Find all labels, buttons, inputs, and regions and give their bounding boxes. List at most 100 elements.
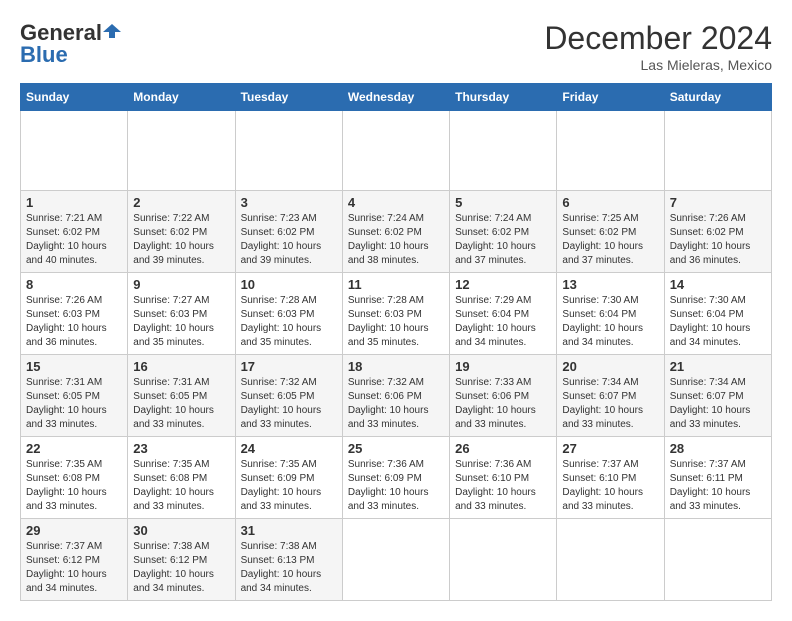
- day-info: Sunrise: 7:34 AM Sunset: 6:07 PM Dayligh…: [670, 376, 766, 432]
- calendar-cell: 17 Sunrise: 7:32 AM Sunset: 6:05 PM Dayl…: [235, 355, 342, 437]
- day-number: 2: [133, 195, 229, 210]
- day-info: Sunrise: 7:30 AM Sunset: 6:04 PM Dayligh…: [670, 294, 766, 350]
- calendar-cell: 19 Sunrise: 7:33 AM Sunset: 6:06 PM Dayl…: [450, 355, 557, 437]
- day-number: 5: [455, 195, 551, 210]
- day-number: 25: [348, 441, 444, 456]
- day-info: Sunrise: 7:27 AM Sunset: 6:03 PM Dayligh…: [133, 294, 229, 350]
- day-number: 27: [562, 441, 658, 456]
- calendar-cell: 25 Sunrise: 7:36 AM Sunset: 6:09 PM Dayl…: [342, 437, 449, 519]
- calendar-cell: 20 Sunrise: 7:34 AM Sunset: 6:07 PM Dayl…: [557, 355, 664, 437]
- day-number: 4: [348, 195, 444, 210]
- day-number: 18: [348, 359, 444, 374]
- day-number: 11: [348, 277, 444, 292]
- day-number: 16: [133, 359, 229, 374]
- day-info: Sunrise: 7:35 AM Sunset: 6:08 PM Dayligh…: [133, 458, 229, 514]
- day-number: 9: [133, 277, 229, 292]
- day-info: Sunrise: 7:36 AM Sunset: 6:09 PM Dayligh…: [348, 458, 444, 514]
- weekday-header: Thursday: [450, 84, 557, 111]
- weekday-header: Tuesday: [235, 84, 342, 111]
- calendar-cell: 2 Sunrise: 7:22 AM Sunset: 6:02 PM Dayli…: [128, 191, 235, 273]
- calendar-cell: 16 Sunrise: 7:31 AM Sunset: 6:05 PM Dayl…: [128, 355, 235, 437]
- day-number: 14: [670, 277, 766, 292]
- day-number: 22: [26, 441, 122, 456]
- title-block: December 2024 Las Mieleras, Mexico: [544, 20, 772, 73]
- month-title: December 2024: [544, 20, 772, 57]
- calendar-cell: 18 Sunrise: 7:32 AM Sunset: 6:06 PM Dayl…: [342, 355, 449, 437]
- day-number: 19: [455, 359, 551, 374]
- calendar-cell: 10 Sunrise: 7:28 AM Sunset: 6:03 PM Dayl…: [235, 273, 342, 355]
- weekday-header: Friday: [557, 84, 664, 111]
- day-number: 13: [562, 277, 658, 292]
- day-number: 24: [241, 441, 337, 456]
- day-info: Sunrise: 7:37 AM Sunset: 6:11 PM Dayligh…: [670, 458, 766, 514]
- day-info: Sunrise: 7:35 AM Sunset: 6:09 PM Dayligh…: [241, 458, 337, 514]
- calendar-cell: [450, 519, 557, 601]
- day-info: Sunrise: 7:26 AM Sunset: 6:02 PM Dayligh…: [670, 212, 766, 268]
- logo-bird-icon: [103, 22, 121, 40]
- day-info: Sunrise: 7:34 AM Sunset: 6:07 PM Dayligh…: [562, 376, 658, 432]
- day-info: Sunrise: 7:37 AM Sunset: 6:12 PM Dayligh…: [26, 540, 122, 596]
- day-info: Sunrise: 7:24 AM Sunset: 6:02 PM Dayligh…: [348, 212, 444, 268]
- calendar-cell: 30 Sunrise: 7:38 AM Sunset: 6:12 PM Dayl…: [128, 519, 235, 601]
- location: Las Mieleras, Mexico: [544, 57, 772, 73]
- day-info: Sunrise: 7:21 AM Sunset: 6:02 PM Dayligh…: [26, 212, 122, 268]
- day-number: 3: [241, 195, 337, 210]
- day-info: Sunrise: 7:36 AM Sunset: 6:10 PM Dayligh…: [455, 458, 551, 514]
- day-number: 21: [670, 359, 766, 374]
- day-info: Sunrise: 7:35 AM Sunset: 6:08 PM Dayligh…: [26, 458, 122, 514]
- calendar-cell: 24 Sunrise: 7:35 AM Sunset: 6:09 PM Dayl…: [235, 437, 342, 519]
- calendar-cell: [128, 111, 235, 191]
- calendar-cell: 7 Sunrise: 7:26 AM Sunset: 6:02 PM Dayli…: [664, 191, 771, 273]
- calendar-cell: 4 Sunrise: 7:24 AM Sunset: 6:02 PM Dayli…: [342, 191, 449, 273]
- day-number: 28: [670, 441, 766, 456]
- day-number: 7: [670, 195, 766, 210]
- day-number: 30: [133, 523, 229, 538]
- day-number: 17: [241, 359, 337, 374]
- weekday-header: Monday: [128, 84, 235, 111]
- day-number: 6: [562, 195, 658, 210]
- calendar-table: SundayMondayTuesdayWednesdayThursdayFrid…: [20, 83, 772, 601]
- calendar-cell: 22 Sunrise: 7:35 AM Sunset: 6:08 PM Dayl…: [21, 437, 128, 519]
- day-info: Sunrise: 7:29 AM Sunset: 6:04 PM Dayligh…: [455, 294, 551, 350]
- day-info: Sunrise: 7:31 AM Sunset: 6:05 PM Dayligh…: [26, 376, 122, 432]
- calendar-cell: 31 Sunrise: 7:38 AM Sunset: 6:13 PM Dayl…: [235, 519, 342, 601]
- logo-blue: Blue: [20, 42, 68, 68]
- calendar-cell: [664, 519, 771, 601]
- day-info: Sunrise: 7:32 AM Sunset: 6:06 PM Dayligh…: [348, 376, 444, 432]
- day-info: Sunrise: 7:25 AM Sunset: 6:02 PM Dayligh…: [562, 212, 658, 268]
- day-info: Sunrise: 7:38 AM Sunset: 6:12 PM Dayligh…: [133, 540, 229, 596]
- calendar-cell: [342, 519, 449, 601]
- day-number: 29: [26, 523, 122, 538]
- day-info: Sunrise: 7:28 AM Sunset: 6:03 PM Dayligh…: [348, 294, 444, 350]
- page-header: General Blue December 2024 Las Mieleras,…: [20, 20, 772, 73]
- weekday-header: Sunday: [21, 84, 128, 111]
- day-number: 31: [241, 523, 337, 538]
- calendar-cell: [557, 519, 664, 601]
- calendar-cell: 29 Sunrise: 7:37 AM Sunset: 6:12 PM Dayl…: [21, 519, 128, 601]
- calendar-cell: 23 Sunrise: 7:35 AM Sunset: 6:08 PM Dayl…: [128, 437, 235, 519]
- day-info: Sunrise: 7:37 AM Sunset: 6:10 PM Dayligh…: [562, 458, 658, 514]
- calendar-cell: [342, 111, 449, 191]
- calendar-cell: 26 Sunrise: 7:36 AM Sunset: 6:10 PM Dayl…: [450, 437, 557, 519]
- calendar-cell: [21, 111, 128, 191]
- day-number: 12: [455, 277, 551, 292]
- day-info: Sunrise: 7:32 AM Sunset: 6:05 PM Dayligh…: [241, 376, 337, 432]
- calendar-cell: 15 Sunrise: 7:31 AM Sunset: 6:05 PM Dayl…: [21, 355, 128, 437]
- calendar-cell: 11 Sunrise: 7:28 AM Sunset: 6:03 PM Dayl…: [342, 273, 449, 355]
- logo: General Blue: [20, 20, 121, 68]
- calendar-cell: 3 Sunrise: 7:23 AM Sunset: 6:02 PM Dayli…: [235, 191, 342, 273]
- calendar-cell: [450, 111, 557, 191]
- weekday-header: Wednesday: [342, 84, 449, 111]
- calendar-cell: [664, 111, 771, 191]
- calendar-cell: 21 Sunrise: 7:34 AM Sunset: 6:07 PM Dayl…: [664, 355, 771, 437]
- calendar-cell: 12 Sunrise: 7:29 AM Sunset: 6:04 PM Dayl…: [450, 273, 557, 355]
- day-info: Sunrise: 7:28 AM Sunset: 6:03 PM Dayligh…: [241, 294, 337, 350]
- calendar-cell: 14 Sunrise: 7:30 AM Sunset: 6:04 PM Dayl…: [664, 273, 771, 355]
- weekday-header: Saturday: [664, 84, 771, 111]
- day-number: 8: [26, 277, 122, 292]
- day-info: Sunrise: 7:22 AM Sunset: 6:02 PM Dayligh…: [133, 212, 229, 268]
- calendar-cell: 28 Sunrise: 7:37 AM Sunset: 6:11 PM Dayl…: [664, 437, 771, 519]
- calendar-cell: 5 Sunrise: 7:24 AM Sunset: 6:02 PM Dayli…: [450, 191, 557, 273]
- calendar-cell: 1 Sunrise: 7:21 AM Sunset: 6:02 PM Dayli…: [21, 191, 128, 273]
- day-number: 15: [26, 359, 122, 374]
